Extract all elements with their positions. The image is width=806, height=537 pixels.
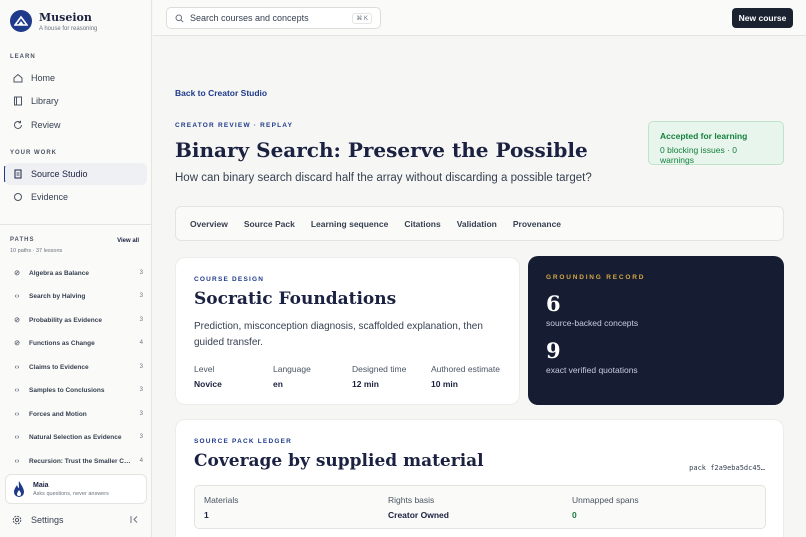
page-eyebrow: CREATOR REVIEW · REPLAY	[175, 122, 294, 129]
section-label-learn: LEARN	[10, 54, 36, 60]
back-link[interactable]: Back to Creator Studio	[175, 88, 267, 98]
tab-validation[interactable]: Validation	[457, 219, 497, 229]
code-icon: ‹›	[14, 457, 20, 465]
flame-icon	[13, 480, 25, 498]
new-course-button[interactable]: New course	[732, 8, 793, 28]
card-title: Coverage by supplied material	[194, 451, 484, 471]
card-eyebrow: COURSE DESIGN	[194, 276, 265, 283]
sidebar-item-home[interactable]: Home	[5, 67, 147, 89]
tab-learning-sequence[interactable]: Learning sequence	[311, 219, 388, 229]
stat-concepts: 6 source-backed concepts	[546, 291, 766, 328]
book-icon	[12, 95, 24, 107]
code-icon: ‹›	[14, 292, 20, 300]
stat-quotations: 9 exact verified quotations	[546, 338, 766, 375]
stat-label: exact verified quotations	[546, 365, 638, 375]
path-item[interactable]: ⊘ Probability as Evidence 3	[5, 310, 147, 330]
course-design-card: COURSE DESIGN Socratic Foundations Predi…	[175, 257, 520, 405]
tab-overview[interactable]: Overview	[190, 219, 228, 229]
search-placeholder: Search courses and concepts	[190, 13, 309, 23]
ledger-summary: Materials 1 Rights basis Creator Owned U…	[194, 485, 766, 529]
topbar: Search courses and concepts ⌘ K New cour…	[153, 0, 806, 36]
ledger-materials: Materials 1	[204, 495, 239, 520]
refresh-icon	[12, 119, 24, 131]
assistant-card[interactable]: Maia Asks questions, never answers	[5, 474, 147, 504]
path-icon: ⊘	[14, 340, 20, 347]
card-eyebrow: SOURCE PACK LEDGER	[194, 438, 293, 445]
grounding-record-card: GROUNDING RECORD 6 source-backed concept…	[528, 256, 784, 405]
path-item[interactable]: ⊘ Algebra as Balance 3	[5, 263, 147, 283]
sidebar-item-label: Review	[31, 120, 61, 130]
home-icon	[12, 72, 24, 84]
path-item[interactable]: ‹› Claims to Evidence 3	[5, 357, 147, 377]
path-item[interactable]: ‹› Recursion: Trust the Smaller Case 4	[5, 451, 147, 471]
sidebar-divider	[0, 224, 152, 225]
ledger-rights-basis: Rights basis Creator Owned	[388, 495, 449, 520]
tab-provenance[interactable]: Provenance	[513, 219, 561, 229]
view-all-link[interactable]: View all	[117, 238, 139, 244]
page-title: Binary Search: Preserve the Possible	[175, 138, 588, 162]
brand-name: Museion	[39, 10, 92, 24]
path-item[interactable]: ‹› Natural Selection as Evidence 3	[5, 427, 147, 447]
fact-authored-estimate: Authored estimate 10 min	[431, 364, 500, 389]
document-icon	[12, 168, 24, 180]
code-icon: ‹›	[14, 433, 20, 441]
card-title: Socratic Foundations	[194, 289, 397, 309]
fact-level: Level Novice	[194, 364, 222, 389]
collapse-sidebar-icon[interactable]	[130, 515, 139, 526]
brand-tagline: A house for reasoning	[39, 25, 98, 32]
path-item[interactable]: ‹› Search by Halving 3	[5, 286, 147, 306]
sidebar-item-label: Source Studio	[31, 169, 88, 179]
card-description: Prediction, misconception diagnosis, sca…	[194, 321, 483, 348]
pack-id: pack f2a9eba5dc45…	[689, 464, 765, 472]
assistant-name: Maia	[33, 481, 49, 489]
paths-heading: PATHS	[10, 237, 35, 243]
path-icon: ⊘	[14, 317, 20, 324]
status-badge: Accepted for learning 0 blocking issues …	[648, 121, 784, 165]
path-item[interactable]: ‹› Samples to Conclusions 3	[5, 380, 147, 400]
card-eyebrow: GROUNDING RECORD	[546, 274, 646, 281]
path-item[interactable]: ‹› Forces and Motion 3	[5, 404, 147, 424]
source-pack-ledger-card: SOURCE PACK LEDGER Coverage by supplied …	[175, 419, 784, 537]
code-icon: ‹›	[14, 410, 20, 418]
status-title: Accepted for learning	[660, 131, 748, 141]
section-label-work: YOUR WORK	[10, 150, 57, 156]
sidebar-item-review[interactable]: Review	[5, 114, 147, 136]
code-icon: ‹›	[14, 386, 20, 394]
sidebar-item-library[interactable]: Library	[5, 90, 147, 112]
tab-citations[interactable]: Citations	[404, 219, 440, 229]
path-item[interactable]: ⊘ Functions as Change 4	[5, 333, 147, 353]
fact-designed-time: Designed time 12 min	[352, 364, 407, 389]
tab-source-pack[interactable]: Source Pack	[244, 219, 295, 229]
gear-icon	[12, 515, 24, 525]
stat-label: source-backed concepts	[546, 318, 639, 328]
status-detail: 0 blocking issues · 0 warnings	[660, 145, 738, 165]
paths-meta: 10 paths · 37 lessons	[10, 248, 63, 254]
sidebar: Museion A house for reasoning LEARN Home…	[0, 0, 152, 537]
fact-language: Language en	[273, 364, 311, 389]
sidebar-item-label: Home	[31, 73, 56, 83]
sidebar-item-label: Evidence	[31, 192, 69, 202]
brand[interactable]: Museion A house for reasoning	[10, 10, 97, 32]
path-icon: ⊘	[14, 270, 20, 277]
search-shortcut: ⌘ K	[352, 13, 372, 24]
search-input[interactable]: Search courses and concepts ⌘ K	[166, 7, 381, 29]
stat-value: 9	[546, 338, 561, 363]
code-icon: ‹›	[14, 363, 20, 371]
circle-icon	[12, 191, 24, 203]
logo-icon	[10, 10, 32, 32]
sidebar-item-label: Settings	[31, 515, 64, 525]
assistant-subtitle: Asks questions, never answers	[33, 490, 109, 497]
ledger-unmapped-spans: Unmapped spans 0	[572, 495, 639, 520]
sidebar-item-evidence[interactable]: Evidence	[5, 186, 147, 208]
design-facts: Level Novice Language en Designed time 1…	[194, 364, 510, 389]
tab-bar: Overview Source Pack Learning sequence C…	[175, 206, 784, 241]
page-subtitle: How can binary search discard half the a…	[175, 172, 592, 184]
sidebar-item-source-studio[interactable]: Source Studio	[5, 163, 147, 185]
sidebar-item-settings[interactable]: Settings	[5, 510, 147, 530]
stat-value: 6	[546, 291, 561, 316]
search-icon	[175, 14, 184, 23]
sidebar-item-label: Library	[31, 96, 59, 106]
